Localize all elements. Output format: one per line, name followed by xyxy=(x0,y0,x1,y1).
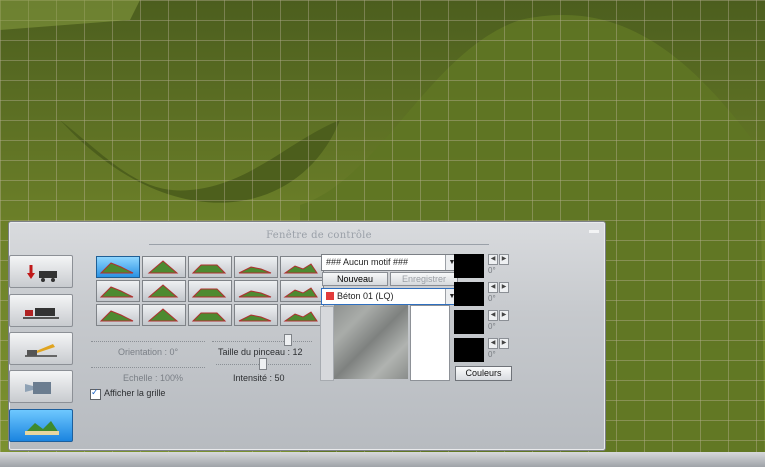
sun-terrain-icon xyxy=(147,284,179,298)
orientation-label: Orientation : 0° xyxy=(118,347,179,357)
color-swatch[interactable] xyxy=(454,310,484,334)
color-swatch[interactable] xyxy=(454,254,484,278)
brush-size-slider[interactable] xyxy=(212,341,312,342)
flatten-terrain-icon xyxy=(283,311,318,322)
scale-label: Echelle : 100% xyxy=(123,373,184,383)
color-swatch[interactable] xyxy=(454,338,484,362)
color-swatch[interactable] xyxy=(454,282,484,306)
terrain-raise-icon xyxy=(27,264,57,282)
donut-terrain-icon xyxy=(283,287,318,298)
tool-button[interactable] xyxy=(142,256,186,278)
degree-label: 0° xyxy=(488,350,496,359)
material-select-value: Béton 01 (LQ) xyxy=(337,291,394,301)
increase-icon[interactable]: ▶ xyxy=(499,282,509,293)
tool-button[interactable] xyxy=(188,256,232,278)
bottom-toolbar xyxy=(0,452,765,467)
show-grid-checkbox[interactable] xyxy=(90,387,101,400)
camera-icon xyxy=(25,381,51,394)
crane-icon xyxy=(25,343,57,357)
tool-button[interactable] xyxy=(188,280,232,302)
tool-button[interactable] xyxy=(280,304,324,326)
increase-icon[interactable]: ▶ xyxy=(499,254,509,265)
tool-button[interactable] xyxy=(234,280,278,302)
mode-button-terrain[interactable] xyxy=(9,255,73,288)
increase-icon[interactable]: ▶ xyxy=(499,310,509,321)
degree-label: 0° xyxy=(488,322,496,331)
tool-button[interactable] xyxy=(96,256,140,278)
ring-terrain-icon xyxy=(191,312,227,322)
tool-button[interactable] xyxy=(280,256,324,278)
material-select[interactable]: Béton 01 (LQ) ▼ xyxy=(321,288,459,305)
texture-list-scroll[interactable] xyxy=(320,306,334,381)
orientation-slider[interactable] xyxy=(91,341,205,342)
texture-preview xyxy=(334,305,408,379)
mode-button-camera[interactable] xyxy=(9,370,73,403)
terrain-flag-icon xyxy=(283,263,318,274)
tool-button[interactable] xyxy=(142,280,186,302)
terrain-plateau-icon xyxy=(191,264,227,274)
show-grid-label: Afficher la grille xyxy=(104,388,166,398)
landscape-paint-icon xyxy=(25,420,59,435)
texture-list[interactable] xyxy=(410,305,450,381)
decrease-icon[interactable]: ◀ xyxy=(488,338,498,349)
window-title: Fenêtre de contrôle xyxy=(149,230,489,245)
increase-icon[interactable]: ▶ xyxy=(499,338,509,349)
intensity-thumb[interactable] xyxy=(259,358,267,370)
tool-button[interactable] xyxy=(96,304,140,326)
stretch-terrain-icon xyxy=(191,288,227,298)
mode-button-track[interactable] xyxy=(9,294,73,327)
decrease-icon[interactable]: ◀ xyxy=(488,282,498,293)
tool-button[interactable] xyxy=(142,304,186,326)
vehicle-icon xyxy=(99,286,134,298)
water-drop-icon xyxy=(238,266,272,274)
terrain-peak-icon xyxy=(147,260,179,274)
brush-size-label: Taille du pinceau : 12 xyxy=(218,347,303,357)
tool-button[interactable] xyxy=(188,304,232,326)
minimize-button[interactable] xyxy=(589,230,599,233)
degree-label: 0° xyxy=(488,266,496,275)
spiral-icon xyxy=(99,310,134,322)
terrain-hill-icon xyxy=(99,262,134,274)
mode-button-landscape[interactable] xyxy=(9,409,73,442)
pattern-select-value: ### Aucun motif ### xyxy=(326,257,409,267)
track-icon xyxy=(23,307,59,319)
tool-button[interactable] xyxy=(234,304,278,326)
intensity-label: Intensité : 50 xyxy=(233,373,285,383)
pattern-select[interactable]: ### Aucun motif ### ▼ xyxy=(321,254,459,271)
scale-slider[interactable] xyxy=(91,367,205,368)
save-button[interactable]: Enregistrer xyxy=(390,272,458,286)
degree-label: 0° xyxy=(488,294,496,303)
lock-icon xyxy=(147,308,179,322)
cross-terrain-icon xyxy=(238,290,272,298)
tool-button[interactable] xyxy=(96,280,140,302)
tool-button[interactable] xyxy=(280,280,324,302)
material-color-swatch xyxy=(326,292,334,300)
mode-button-crane[interactable] xyxy=(9,332,73,365)
decrease-icon[interactable]: ◀ xyxy=(488,310,498,321)
brush-size-thumb[interactable] xyxy=(284,334,292,346)
stripe-terrain-icon xyxy=(238,314,272,322)
tool-button[interactable] xyxy=(234,256,278,278)
new-button[interactable]: Nouveau xyxy=(322,272,388,286)
colors-button[interactable]: Couleurs xyxy=(455,366,512,381)
decrease-icon[interactable]: ◀ xyxy=(488,254,498,265)
